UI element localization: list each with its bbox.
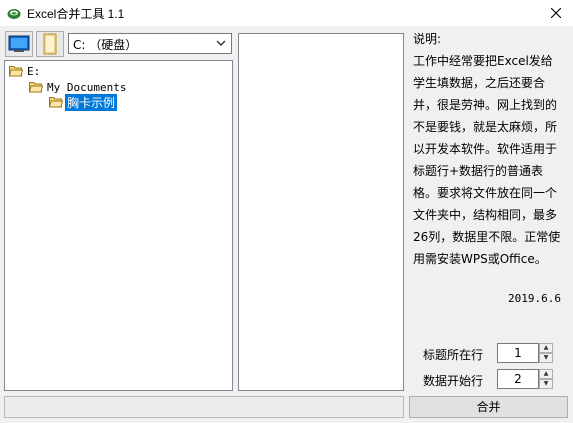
tree-item-label: 胸卡示例 — [65, 93, 118, 111]
folder-open-icon — [49, 97, 63, 108]
title-bar: Excel合并工具 1.1 — [0, 0, 573, 26]
description-text: 工作中经常要把Excel发给学生填数据，之后还要合并，很是劳神。网上找到的不是要… — [413, 54, 561, 266]
folder-open-icon — [9, 66, 23, 77]
close-icon — [550, 8, 561, 18]
window-title: Excel合并工具 1.1 — [27, 7, 125, 21]
tree-item-selected[interactable]: 胸卡示例 — [49, 93, 118, 111]
description-date: 2019.6.6 — [508, 292, 561, 305]
tree-item[interactable]: E: — [9, 63, 42, 79]
spin-up-button[interactable]: ▲ — [539, 343, 553, 353]
app-icon — [7, 9, 21, 19]
folder-open-icon — [29, 82, 43, 93]
drive-select-value: C: （硬盘） — [73, 38, 138, 52]
data-start-label: 数据开始行 — [423, 374, 484, 388]
tree-item-label: My Documents — [47, 80, 127, 94]
drive-select[interactable]: C: （硬盘） — [68, 33, 232, 54]
title-row-label: 标题所在行 — [423, 348, 484, 362]
open-folder-button[interactable] — [36, 31, 64, 57]
file-list[interactable] — [238, 33, 404, 391]
desktop-button[interactable] — [5, 31, 33, 57]
title-row-input[interactable]: 1 — [497, 343, 539, 363]
spin-down-button[interactable]: ▼ — [539, 353, 553, 363]
data-start-input[interactable]: 2 — [497, 369, 539, 389]
merge-button[interactable]: 合并 — [409, 396, 568, 418]
triangle-down-icon: ▼ — [543, 380, 549, 387]
data-start-spinner[interactable]: 2 ▲ ▼ — [497, 369, 557, 389]
spin-up-button[interactable]: ▲ — [539, 369, 553, 379]
chevron-down-icon — [216, 40, 226, 46]
title-row-spinner[interactable]: 1 ▲ ▼ — [497, 343, 557, 363]
triangle-down-icon: ▼ — [543, 354, 549, 361]
monitor-icon — [8, 35, 30, 52]
directory-tree[interactable]: E: My Documents 胸卡示例 — [4, 60, 233, 391]
folder-open-icon — [43, 33, 57, 55]
triangle-up-icon: ▲ — [543, 370, 549, 377]
status-bar — [4, 396, 404, 418]
close-button[interactable] — [538, 0, 573, 26]
description-panel: 说明: 工作中经常要把Excel发给学生填数据，之后还要合并，很是劳神。网上找到… — [413, 28, 563, 270]
description-heading: 说明: — [413, 32, 442, 46]
triangle-up-icon: ▲ — [543, 344, 549, 351]
spin-down-button[interactable]: ▼ — [539, 379, 553, 389]
tree-item-label: E: — [27, 64, 41, 78]
